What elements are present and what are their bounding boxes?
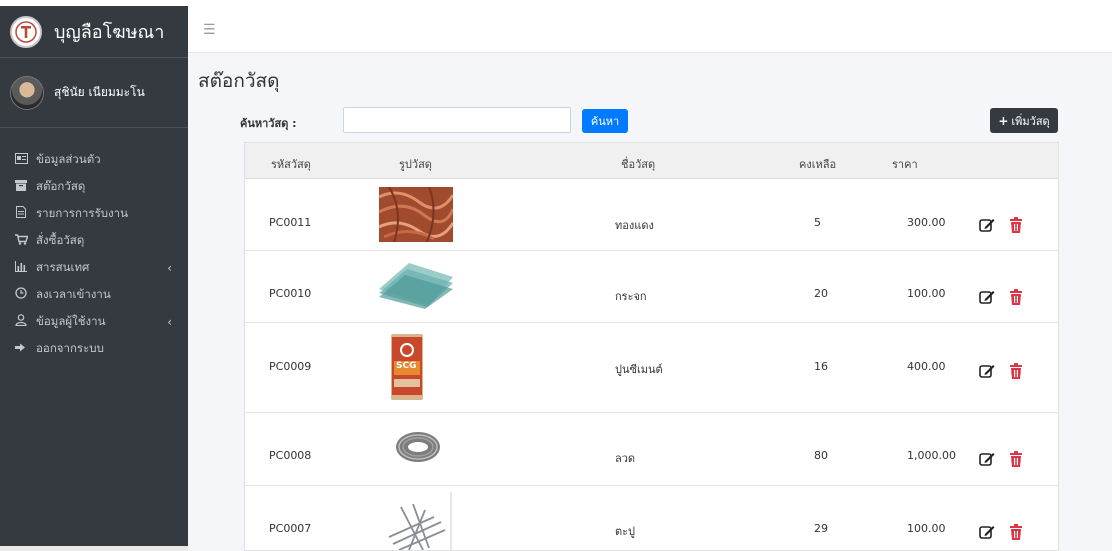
stock-table: รหัสวัสดุ รูปวัสดุ ชื่อวัสดุ คงเหลือ ราค…	[244, 142, 1059, 551]
cell-name: ตะปู	[615, 525, 636, 538]
sidebar-item-checkin[interactable]: ลงเวลาเข้างาน	[0, 281, 188, 308]
brand[interactable]: บุญลือโฆษณา	[0, 6, 188, 58]
table-row: PC0010 กระจก 20 100.00	[245, 251, 1058, 323]
user-name: สุชินัย เนียมมะโน	[54, 85, 145, 99]
add-material-label: เพิ่มวัสดุ	[1011, 114, 1050, 128]
cell-price: 400.00	[907, 360, 946, 373]
brand-name: บุญลือโฆษณา	[54, 22, 165, 43]
user-panel[interactable]: สุชินัย เนียมมะโน	[0, 58, 188, 128]
menu-toggle-icon[interactable]: ☰	[203, 22, 216, 38]
table-row: PC0008 ลวด 80 1,000.00	[245, 413, 1058, 486]
sidebar-item-profile[interactable]: ข้อมูลส่วนตัว	[0, 146, 188, 173]
box-icon	[12, 179, 30, 194]
cell-code: PC0010	[269, 287, 312, 300]
sidebar-item-label: สั่งซื้อวัสดุ	[36, 232, 85, 247]
chevron-left-icon: ‹	[167, 260, 172, 275]
wire-coil-image	[395, 431, 441, 466]
sidebar-item-label: ออกจากระบบ	[36, 340, 104, 355]
sidebar-item-purchase[interactable]: สั่งซื้อวัสดุ	[0, 227, 188, 254]
cement-bag-image: SCG	[390, 333, 424, 404]
sidebar-item-label: ข้อมูลส่วนตัว	[36, 151, 101, 166]
header-price: ราคา	[892, 158, 918, 171]
chart-icon	[12, 260, 30, 275]
cell-name: ลวด	[615, 452, 636, 465]
header-name: ชื่อวัสดุ	[621, 158, 656, 171]
cell-price: 1,000.00	[907, 449, 956, 462]
sidebar-item-stock[interactable]: สต๊อกวัสดุ	[0, 173, 188, 200]
table-row: PC0011 ทองแดง 5 300.00	[245, 179, 1058, 251]
delete-icon[interactable]	[1009, 217, 1023, 233]
cell-code: PC0007	[269, 522, 312, 535]
glass-sheets-image	[379, 259, 453, 312]
search-input[interactable]	[343, 107, 571, 133]
add-material-button[interactable]: + เพิ่มวัสดุ	[990, 108, 1058, 133]
id-card-icon	[12, 152, 30, 167]
cell-price: 100.00	[907, 522, 946, 535]
copper-wire-image	[378, 186, 455, 245]
cement-brand-text: SCG	[396, 361, 417, 371]
cell-qty: 80	[814, 449, 828, 462]
brand-logo	[10, 15, 42, 48]
user-icon	[12, 314, 30, 329]
cell-code: PC0009	[269, 360, 312, 373]
cell-price: 100.00	[907, 287, 946, 300]
nails-image	[379, 492, 453, 550]
cell-code: PC0011	[269, 216, 312, 229]
logout-icon	[12, 342, 30, 356]
sidebar-item-label: สารสนเทศ	[36, 259, 90, 274]
sidebar-item-jobs[interactable]: รายการการรับงาน	[0, 200, 188, 227]
cell-name: ปูนซีเมนต์	[615, 363, 663, 376]
sidebar-item-label: สต๊อกวัสดุ	[36, 178, 86, 193]
search-label: ค้นหาวัสดุ :	[240, 117, 297, 130]
clock-icon	[12, 287, 30, 302]
header-image: รูปวัสดุ	[399, 158, 432, 171]
cell-qty: 16	[814, 360, 828, 373]
header-qty: คงเหลือ	[799, 158, 837, 171]
edit-icon[interactable]	[979, 524, 995, 540]
delete-icon[interactable]	[1009, 524, 1023, 540]
table-row: PC0009 SCG ปูนซีเมนต์ 16 400.00	[245, 323, 1058, 413]
cell-price: 300.00	[907, 216, 946, 229]
table-header: รหัสวัสดุ รูปวัสดุ ชื่อวัสดุ คงเหลือ ราค…	[245, 143, 1058, 179]
plus-icon: +	[998, 113, 1009, 128]
edit-icon[interactable]	[979, 289, 995, 305]
sidebar-item-info[interactable]: สารสนเทศ ‹	[0, 254, 188, 281]
edit-icon[interactable]	[979, 217, 995, 233]
delete-icon[interactable]	[1009, 363, 1023, 379]
chevron-left-icon: ‹	[167, 314, 172, 329]
delete-icon[interactable]	[1009, 289, 1023, 305]
cell-name: กระจก	[615, 290, 647, 303]
sidebar-scrollbar[interactable]	[0, 546, 188, 551]
table-row: PC0007 ตะปู 29 100.00	[245, 486, 1058, 550]
document-icon	[12, 206, 30, 221]
header-code: รหัสวัสดุ	[271, 158, 311, 171]
sidebar-item-label: ข้อมูลผู้ใช้งาน	[36, 313, 106, 328]
cell-qty: 20	[814, 287, 828, 300]
sidebar: บุญลือโฆษณา สุชินัย เนียมมะโน ข้อมูลส่วน…	[0, 6, 188, 551]
cell-qty: 29	[814, 522, 828, 535]
cell-code: PC0008	[269, 449, 312, 462]
delete-icon[interactable]	[1009, 451, 1023, 467]
cell-name: ทองแดง	[615, 219, 654, 232]
avatar	[10, 75, 44, 110]
cell-qty: 5	[814, 216, 821, 229]
sidebar-item-label: รายการการรับงาน	[36, 205, 128, 220]
edit-icon[interactable]	[979, 363, 995, 379]
sidebar-item-users[interactable]: ข้อมูลผู้ใช้งาน ‹	[0, 308, 188, 335]
edit-icon[interactable]	[979, 451, 995, 467]
sidebar-menu: ข้อมูลส่วนตัว สต๊อกวัสดุ รายการการรับงาน…	[0, 128, 188, 362]
sidebar-item-logout[interactable]: ออกจากระบบ	[0, 335, 188, 362]
sidebar-item-label: ลงเวลาเข้างาน	[36, 286, 111, 301]
search-button[interactable]: ค้นหา	[582, 109, 628, 133]
page-title: สต๊อกวัสดุ	[198, 70, 280, 92]
cart-icon	[12, 233, 30, 248]
